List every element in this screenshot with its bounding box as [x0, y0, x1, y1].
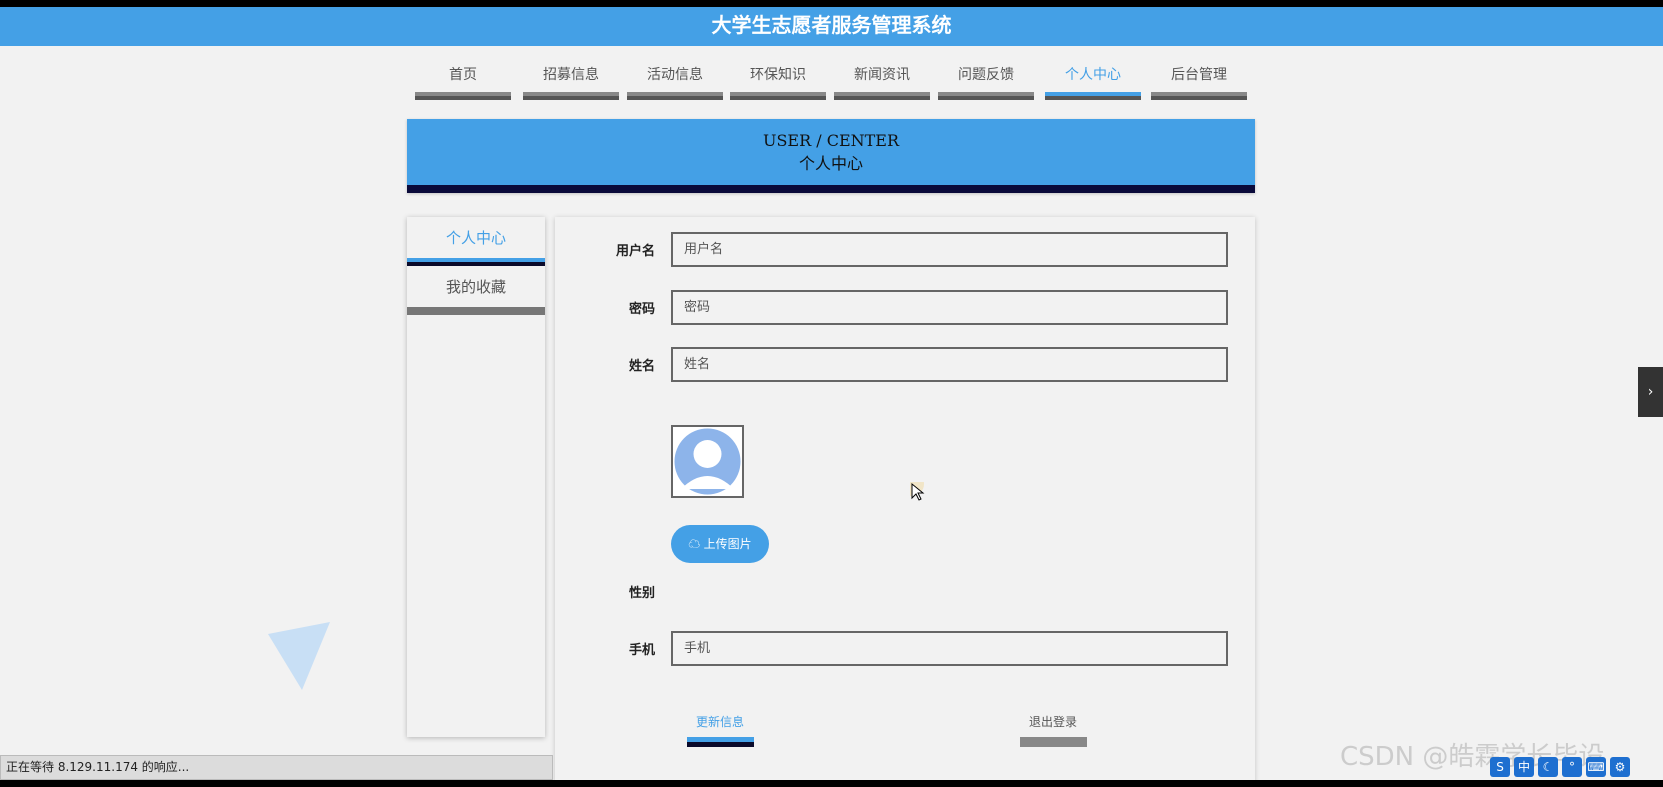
sidebar-item-user-center[interactable]: 个人中心 — [407, 217, 545, 266]
nav-underline — [1151, 92, 1247, 100]
name-label: 姓名 — [628, 359, 655, 374]
upload-image-label: 上传图片 — [703, 537, 752, 551]
nav-item-home[interactable]: 首页 — [415, 59, 511, 103]
upload-image-button[interactable]: ☁ 上传图片 — [671, 525, 769, 563]
status-text: 正在等待 8.129.11.174 的响应... — [6, 760, 190, 774]
ime-keyboard-icon[interactable]: ⌨ — [1586, 757, 1606, 777]
update-info-button[interactable]: 更新信息 — [675, 713, 765, 747]
nav-item-label: 后台管理 — [1171, 67, 1227, 83]
nav-underline — [1045, 92, 1141, 100]
update-info-label: 更新信息 — [695, 715, 744, 729]
ime-moon-icon[interactable]: ☾ — [1538, 757, 1558, 777]
browser-status-bar: 正在等待 8.129.11.174 的响应... — [0, 755, 553, 780]
logout-label: 退出登录 — [1028, 715, 1077, 729]
nav-underline — [730, 92, 826, 100]
nav-item-label: 活动信息 — [647, 67, 703, 83]
avatar — [671, 425, 744, 498]
nav-underline — [834, 92, 930, 100]
update-underline — [686, 737, 754, 747]
nav-underline — [523, 92, 619, 100]
username-label: 用户名 — [615, 244, 655, 259]
phone-label: 手机 — [628, 643, 655, 658]
sidebar: 个人中心 我的收藏 — [407, 217, 545, 737]
ime-toolbar: S 中 ☾ ° ⌨ ⚙ — [1490, 755, 1660, 779]
password-input[interactable] — [671, 290, 1228, 325]
logout-underline — [1019, 737, 1087, 747]
sidebar-item-favorites[interactable]: 我的收藏 — [407, 266, 545, 315]
nav-item-label: 个人中心 — [1065, 67, 1121, 83]
nav-underline — [415, 92, 511, 100]
app-header: 大学生志愿者服务管理系统 — [0, 7, 1663, 46]
ime-mode-icon[interactable]: 中 — [1514, 757, 1534, 777]
logout-button[interactable]: 退出登录 — [1008, 713, 1098, 747]
nav-item-label: 招募信息 — [543, 67, 599, 83]
nav-item-label: 环保知识 — [750, 67, 806, 83]
nav-item-feedback[interactable]: 问题反馈 — [938, 59, 1034, 103]
nav-item-eco-knowledge[interactable]: 环保知识 — [730, 59, 826, 103]
phone-input[interactable] — [671, 631, 1228, 666]
nav-underline — [627, 92, 723, 100]
chevron-right-icon[interactable]: › — [1638, 367, 1663, 417]
username-input[interactable] — [671, 232, 1228, 267]
nav-underline — [938, 92, 1034, 100]
sidebar-item-label: 我的收藏 — [445, 278, 506, 296]
ime-logo-icon[interactable]: S — [1490, 757, 1510, 777]
banner-title-en: USER / CENTER — [762, 131, 900, 150]
main-nav: 首页 招募信息 活动信息 环保知识 新闻资讯 问题反馈 个人中心 后台管理 — [415, 59, 1261, 103]
browser-viewport: 大学生志愿者服务管理系统 首页 招募信息 活动信息 环保知识 新闻资讯 问题反馈… — [0, 7, 1663, 780]
gender-label: 性别 — [628, 586, 655, 601]
app-title: 大学生志愿者服务管理系统 — [711, 13, 952, 37]
sidebar-underline — [407, 258, 545, 266]
nav-item-user-center[interactable]: 个人中心 — [1045, 59, 1141, 103]
nav-item-activities[interactable]: 活动信息 — [627, 59, 723, 103]
name-input[interactable] — [671, 347, 1228, 382]
mouse-cursor-icon — [900, 472, 940, 516]
decorative-triangle — [268, 622, 330, 690]
nav-item-label: 问题反馈 — [958, 67, 1014, 83]
page-banner: USER / CENTER 个人中心 — [407, 119, 1255, 193]
profile-form: 用户名 密码 姓名 ☁ 上传图片 性别 手机 更新信息 退出登录 — [555, 217, 1255, 780]
sidebar-item-label: 个人中心 — [445, 229, 506, 247]
cloud-upload-icon: ☁ — [688, 537, 701, 551]
ime-settings-icon[interactable]: ⚙ — [1610, 757, 1630, 777]
password-label: 密码 — [628, 302, 655, 317]
nav-item-admin[interactable]: 后台管理 — [1151, 59, 1247, 103]
sidebar-underline — [407, 307, 545, 315]
avatar-placeholder-icon — [674, 428, 741, 495]
nav-item-recruitment[interactable]: 招募信息 — [523, 59, 619, 103]
nav-item-label: 新闻资讯 — [854, 67, 910, 83]
banner-title-cn: 个人中心 — [798, 154, 863, 173]
nav-item-label: 首页 — [449, 67, 477, 83]
nav-item-news[interactable]: 新闻资讯 — [834, 59, 930, 103]
ime-punct-icon[interactable]: ° — [1562, 757, 1582, 777]
